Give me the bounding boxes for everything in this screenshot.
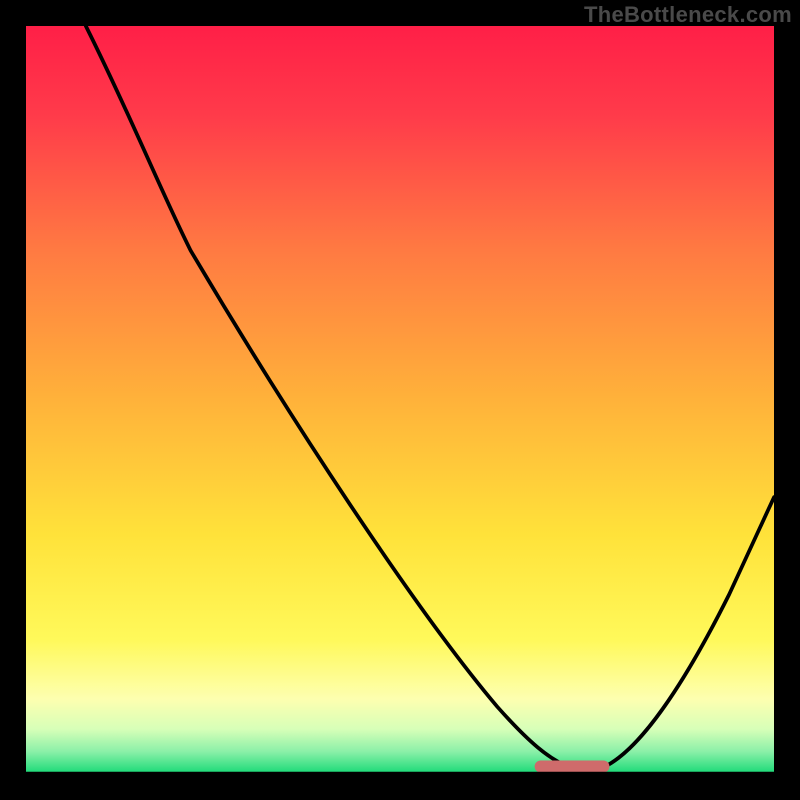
plot-area	[26, 26, 774, 774]
chart-svg	[26, 26, 774, 774]
watermark-text: TheBottleneck.com	[584, 2, 792, 28]
chart-frame: TheBottleneck.com	[0, 0, 800, 800]
bottleneck-curve	[86, 26, 774, 768]
optimal-marker	[535, 761, 610, 773]
